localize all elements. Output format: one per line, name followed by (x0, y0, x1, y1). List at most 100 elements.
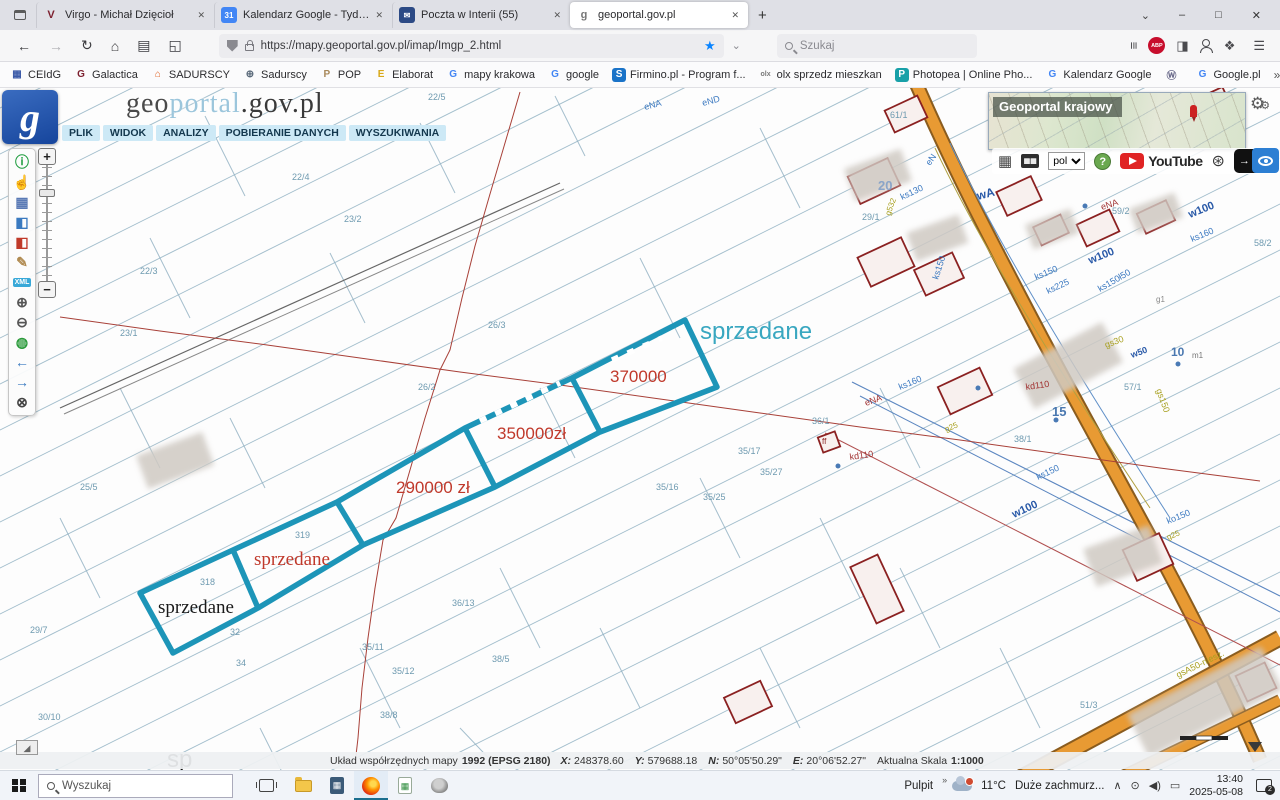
menu-item-analizy[interactable]: ANALIZY (156, 125, 216, 141)
menu-item-plik[interactable]: PLIK (62, 125, 100, 141)
geoportal-map-viewport[interactable]: 22/322/422/523/123/226/326/225/529/730/1… (0, 88, 1280, 770)
menu-item-wyszukiwania[interactable]: WYSZUKIWANIA (349, 125, 446, 141)
legend-icon[interactable]: ▦ (9, 192, 35, 212)
url-text[interactable]: https://mapy.geoportal.gov.pl/imap/Imgp_… (261, 40, 698, 52)
taskbar-app-explorer[interactable] (286, 771, 320, 800)
volume-icon[interactable]: ◀) (1149, 779, 1161, 792)
fullscreen-toggle-icon[interactable]: ◢ (16, 740, 38, 755)
taskbar-app-libreoffice[interactable]: ▦ (388, 771, 422, 800)
overview-map[interactable]: Geoportal krajowy (988, 92, 1246, 150)
tracking-shield-icon[interactable] (227, 40, 238, 52)
bookmark-item[interactable]: GGalactica (74, 68, 138, 82)
weather-cloud-icon[interactable] (952, 781, 972, 791)
browser-tab[interactable]: 31Kalendarz Google - Tydzień, w ✕ (214, 2, 392, 28)
zoom-slider[interactable]: + − (38, 148, 56, 298)
teams-tray-icon[interactable]: ⊙ (1131, 779, 1140, 792)
forward-button[interactable]: → (40, 38, 72, 54)
close-tool-icon[interactable]: ⊗ (9, 392, 35, 412)
start-button[interactable] (0, 771, 38, 800)
zoom-handle[interactable] (39, 189, 55, 197)
taskbar-clock[interactable]: 13:40 2025-05-08 (1189, 773, 1243, 798)
bookmark-item[interactable]: ⊕Sadurscy (243, 68, 307, 82)
taskbar-app-gimp[interactable] (422, 771, 456, 800)
browser-tab[interactable]: ✉Poczta w Interii (55)✕ (392, 2, 570, 28)
tab-list-chevron-icon[interactable]: ⌄ (1127, 9, 1164, 22)
measure-pencil-icon[interactable]: ✎ (9, 252, 35, 272)
youtube-link[interactable]: YouTube (1120, 153, 1202, 169)
back-extent-icon[interactable]: ← (9, 352, 35, 372)
bookmark-item[interactable]: SFirmino.pl - Program f... (612, 68, 746, 82)
select-rect-blue-icon[interactable]: ◧ (9, 212, 35, 232)
help-icon[interactable]: ? (1094, 153, 1111, 170)
library-icon[interactable]: ≡ (1126, 35, 1141, 57)
search-bar[interactable]: Szukaj (777, 34, 977, 58)
screenshot-icon[interactable]: ◱ (159, 37, 190, 54)
firefox-view-icon[interactable] (10, 5, 30, 25)
globe-icon[interactable]: ◍ (9, 332, 35, 352)
notification-center-icon[interactable]: 2 (1256, 779, 1272, 792)
cadastral-map[interactable]: 22/322/422/523/123/226/326/225/529/730/1… (0, 88, 1280, 770)
tab-close-icon[interactable]: ✕ (728, 8, 742, 23)
browser-tab[interactable]: VVirgo - Michał Dzięcioł✕ (36, 2, 214, 28)
tab-close-icon[interactable]: ✕ (550, 8, 564, 23)
bookmark-item[interactable]: PPhotopea | Online Pho... (895, 68, 1033, 82)
bookmark-item[interactable]: olxolx sprzedz mieszkan (759, 68, 882, 82)
tray-expand-chevron[interactable]: ∧ (1113, 779, 1121, 792)
info-icon[interactable]: ⓘ (9, 152, 35, 172)
grid-widget-icon[interactable]: ▦ (998, 152, 1012, 170)
zoom-in-icon[interactable]: ⊕ (9, 292, 35, 312)
close-button[interactable]: ✕ (1237, 0, 1276, 30)
select-rect-red-icon[interactable]: ◧ (9, 232, 35, 252)
bookmark-item[interactable]: Gmapy krakowa (446, 68, 535, 82)
language-select[interactable]: pol (1048, 152, 1085, 170)
bookmark-item[interactable]: Ⓦ (1164, 68, 1182, 82)
bookmark-star-icon[interactable]: ★ (704, 38, 716, 54)
wheel-icon[interactable]: ⊛ (1212, 151, 1225, 171)
print-icon[interactable]: ▤ (128, 37, 159, 54)
bookmark-item[interactable]: PPOP (320, 68, 361, 82)
menu-hamburger-icon[interactable]: ☰ (1246, 38, 1272, 54)
adblock-icon[interactable]: ABP (1148, 37, 1165, 54)
bookmark-item[interactable]: Ggoogle (548, 68, 599, 82)
weather-desc[interactable]: Duże zachmurz... (1015, 780, 1104, 792)
xml-icon[interactable]: XML (9, 272, 35, 292)
taskbar-search[interactable]: Wyszukaj (38, 774, 233, 798)
bookmark-item[interactable]: GGoogle.pl (1195, 68, 1260, 82)
pocket-icon[interactable]: ⌄ (724, 39, 749, 52)
url-bar[interactable]: https://mapy.geoportal.gov.pl/imap/Imgp_… (219, 34, 724, 58)
zoom-out-icon[interactable]: ⊖ (9, 312, 35, 332)
home-button[interactable]: ⌂ (102, 38, 128, 54)
stats-widget-icon[interactable]: ▦▦ (1021, 154, 1039, 168)
forward-extent-icon[interactable]: → (9, 372, 35, 392)
reload-button[interactable]: ↻ (72, 37, 102, 54)
lock-icon[interactable] (245, 44, 254, 51)
settings-gear-icon[interactable]: ⚙⚙ (1250, 94, 1270, 114)
geoportal-logo[interactable]: g (2, 90, 58, 144)
menu-item-pobieranie-danych[interactable]: POBIERANIE DANYCH (219, 125, 346, 141)
browser-tab[interactable]: ggeoportal.gov.pl✕ (570, 2, 748, 28)
weather-temp[interactable]: 11°C (981, 780, 1006, 792)
maximize-button[interactable]: □ (1200, 0, 1237, 30)
bookmark-item[interactable]: EElaborat (374, 68, 433, 82)
task-view-icon[interactable] (259, 779, 274, 792)
bookmark-item[interactable]: GKalendarz Google (1045, 68, 1151, 82)
bookmark-item[interactable]: ▦CEIdG (10, 68, 61, 82)
contrast-eye-button[interactable] (1252, 148, 1279, 173)
bookmark-item[interactable]: ⌂SADURSCY (151, 68, 230, 82)
sidebar-icon[interactable]: ◨ (1169, 38, 1195, 54)
pan-hand-icon[interactable]: ☝ (9, 172, 35, 192)
zoom-track[interactable] (38, 165, 56, 281)
menu-item-widok[interactable]: WIDOK (103, 125, 153, 141)
desktop-toolbar-chevron[interactable]: » (942, 775, 947, 785)
minimize-button[interactable]: – (1164, 0, 1200, 30)
network-icon[interactable]: ▭ (1170, 779, 1180, 792)
account-icon[interactable] (1200, 39, 1213, 52)
zoom-out-button[interactable]: − (38, 281, 56, 298)
taskbar-app-calculator[interactable]: ▦ (320, 771, 354, 800)
new-tab-button[interactable]: + (748, 7, 777, 24)
desktop-toolbar-label[interactable]: Pulpit (904, 780, 933, 792)
tab-close-icon[interactable]: ✕ (194, 8, 208, 23)
zoom-in-button[interactable]: + (38, 148, 56, 165)
taskbar-app-firefox[interactable] (354, 771, 388, 800)
tab-close-icon[interactable]: ✕ (372, 8, 386, 23)
